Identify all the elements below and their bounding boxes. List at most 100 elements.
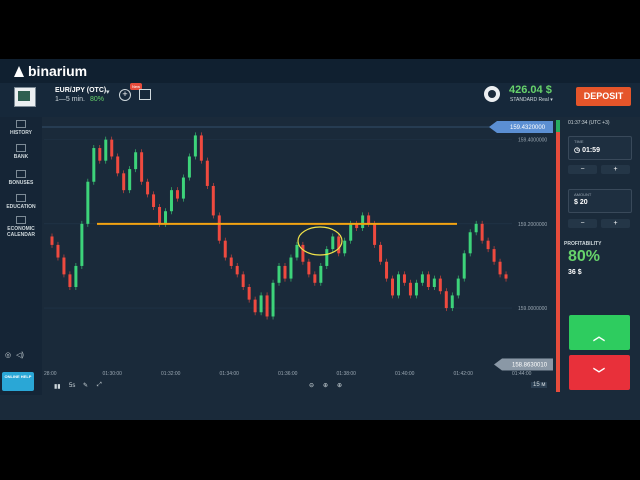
sidebar-item-history[interactable]: HISTORY <box>0 120 42 136</box>
candle <box>462 253 466 279</box>
amount-field[interactable]: AMOUNT $ 20 <box>568 189 632 213</box>
y-tick-label: 159.2000000 <box>518 222 547 228</box>
candle <box>438 278 442 292</box>
amount-increase-button[interactable]: + <box>601 219 630 228</box>
balance-value[interactable]: 426.04 $ <box>509 84 552 96</box>
asset-name[interactable]: EUR/JPY (OTC) <box>55 87 106 94</box>
chart-area[interactable]: 159.4000000 159.2000000 159.0000000 28:00 01… <box>42 117 556 379</box>
candle <box>337 236 341 254</box>
candle <box>134 152 138 170</box>
candle <box>62 257 66 275</box>
account-coin-icon[interactable] <box>484 86 500 102</box>
asset-subtitle: 1—5 min. 80% <box>55 96 104 103</box>
asset-payout: 80% <box>89 96 104 103</box>
education-icon <box>16 194 26 202</box>
call-up-button[interactable]: ︿ <box>569 315 630 350</box>
account-type[interactable]: STANDARD Real ▾ <box>510 97 553 103</box>
candle <box>486 240 490 250</box>
profitability-value: 80% <box>568 248 601 265</box>
sidebar-item-bonuses[interactable]: BONUSES <box>0 170 42 186</box>
pencil-icon[interactable]: ✎ <box>83 382 88 389</box>
candle <box>181 177 185 199</box>
amount-decrease-button[interactable]: − <box>568 219 597 228</box>
bonuses-icon <box>16 170 26 178</box>
candle <box>295 244 299 258</box>
x-tick-label: 28:00 <box>44 371 57 377</box>
y-tick-label: 159.0000000 <box>518 306 547 312</box>
price-chart[interactable]: 159.4000000 159.2000000 159.0000000 28:00 01… <box>42 117 556 379</box>
high-price-label: 159.4320000 <box>510 125 546 131</box>
chevron-down-icon: ﹀ <box>593 367 606 381</box>
candle <box>253 299 257 313</box>
window-layout-button[interactable] <box>139 89 151 100</box>
center-icon[interactable]: ⊕ <box>323 382 328 389</box>
candle <box>50 236 54 245</box>
online-help-button[interactable]: ONLINE HELP <box>2 372 34 391</box>
candle <box>229 257 233 266</box>
candle <box>56 244 60 258</box>
time-decrease-button[interactable]: − <box>568 165 597 174</box>
candle <box>289 257 293 279</box>
sidebar-item-bank[interactable]: BANK <box>0 144 42 160</box>
deposit-button[interactable]: DEPOSIT <box>576 87 631 106</box>
sound-icon[interactable]: ◁) <box>16 352 24 359</box>
candle <box>92 148 96 182</box>
sentiment-bar <box>556 120 560 392</box>
candle <box>247 287 251 300</box>
zoom-in-icon[interactable]: ⊕ <box>337 382 342 389</box>
candle <box>158 207 162 224</box>
interval-badge[interactable]: 15 м <box>531 382 548 388</box>
candle <box>325 249 329 266</box>
calendar-icon <box>16 216 26 224</box>
sidebar-item-label: ECONOMIC CALENDAR <box>6 226 36 238</box>
candle <box>241 274 245 287</box>
add-asset-button[interactable]: + <box>119 89 131 101</box>
time-increase-button[interactable]: + <box>601 165 630 174</box>
candle <box>385 261 389 279</box>
indicator-icon[interactable]: ⤢ <box>97 382 102 389</box>
history-icon <box>16 120 26 128</box>
timeframe-selector[interactable]: 5s <box>69 383 75 389</box>
candle <box>492 249 496 262</box>
candle <box>277 265 281 283</box>
chevron-down-icon[interactable]: ▾ <box>106 88 110 96</box>
sidebar-footer-icons: ◎ ◁) <box>5 351 29 359</box>
server-clock: 01:37:34 (UTC +3) <box>568 120 610 126</box>
candle <box>116 156 120 174</box>
sidebar-item-label: HISTORY <box>10 130 32 136</box>
high-price-tag-arrow <box>489 121 497 133</box>
sidebar-item-education[interactable]: EDUCATION <box>0 194 42 210</box>
x-tick-label: 01:30:00 <box>103 371 123 377</box>
profitability-label: PROFITABILITY <box>564 241 602 247</box>
settings-icon[interactable]: ◎ <box>5 352 11 359</box>
candle <box>361 215 365 229</box>
candle <box>331 236 335 250</box>
time-value-text: 01:59 <box>582 147 600 154</box>
x-tick-label: 01:42:00 <box>454 371 474 377</box>
zoom-out-icon[interactable]: ⊖ <box>309 382 314 389</box>
asset-timeframe: 1—5 min. <box>55 96 85 103</box>
top-bar <box>0 59 640 83</box>
candles-icon[interactable]: ▮▮ <box>54 383 61 390</box>
candle <box>205 160 209 186</box>
sidebar-item-label: BANK <box>13 154 29 160</box>
brand-logo[interactable]: binarium <box>14 63 87 79</box>
time-field[interactable]: TIME ◷ 01:59 <box>568 136 632 160</box>
candle <box>283 265 287 279</box>
profit-amount: 36 $ <box>568 269 582 276</box>
asset-flag-icon[interactable] <box>14 87 36 107</box>
candle <box>402 274 406 283</box>
candle <box>396 274 400 296</box>
candle <box>211 185 215 216</box>
candle <box>187 156 191 178</box>
candle <box>235 265 239 275</box>
candle <box>98 148 102 161</box>
put-down-button[interactable]: ﹀ <box>569 355 630 390</box>
sidebar-item-economic-calendar[interactable]: ECONOMIC CALENDAR <box>0 216 42 238</box>
candle <box>265 295 269 317</box>
sidebar-item-label: BONUSES <box>8 180 34 186</box>
candle <box>122 173 126 191</box>
bank-icon <box>16 144 26 152</box>
candle <box>223 240 227 258</box>
amount-label: AMOUNT <box>574 192 592 197</box>
